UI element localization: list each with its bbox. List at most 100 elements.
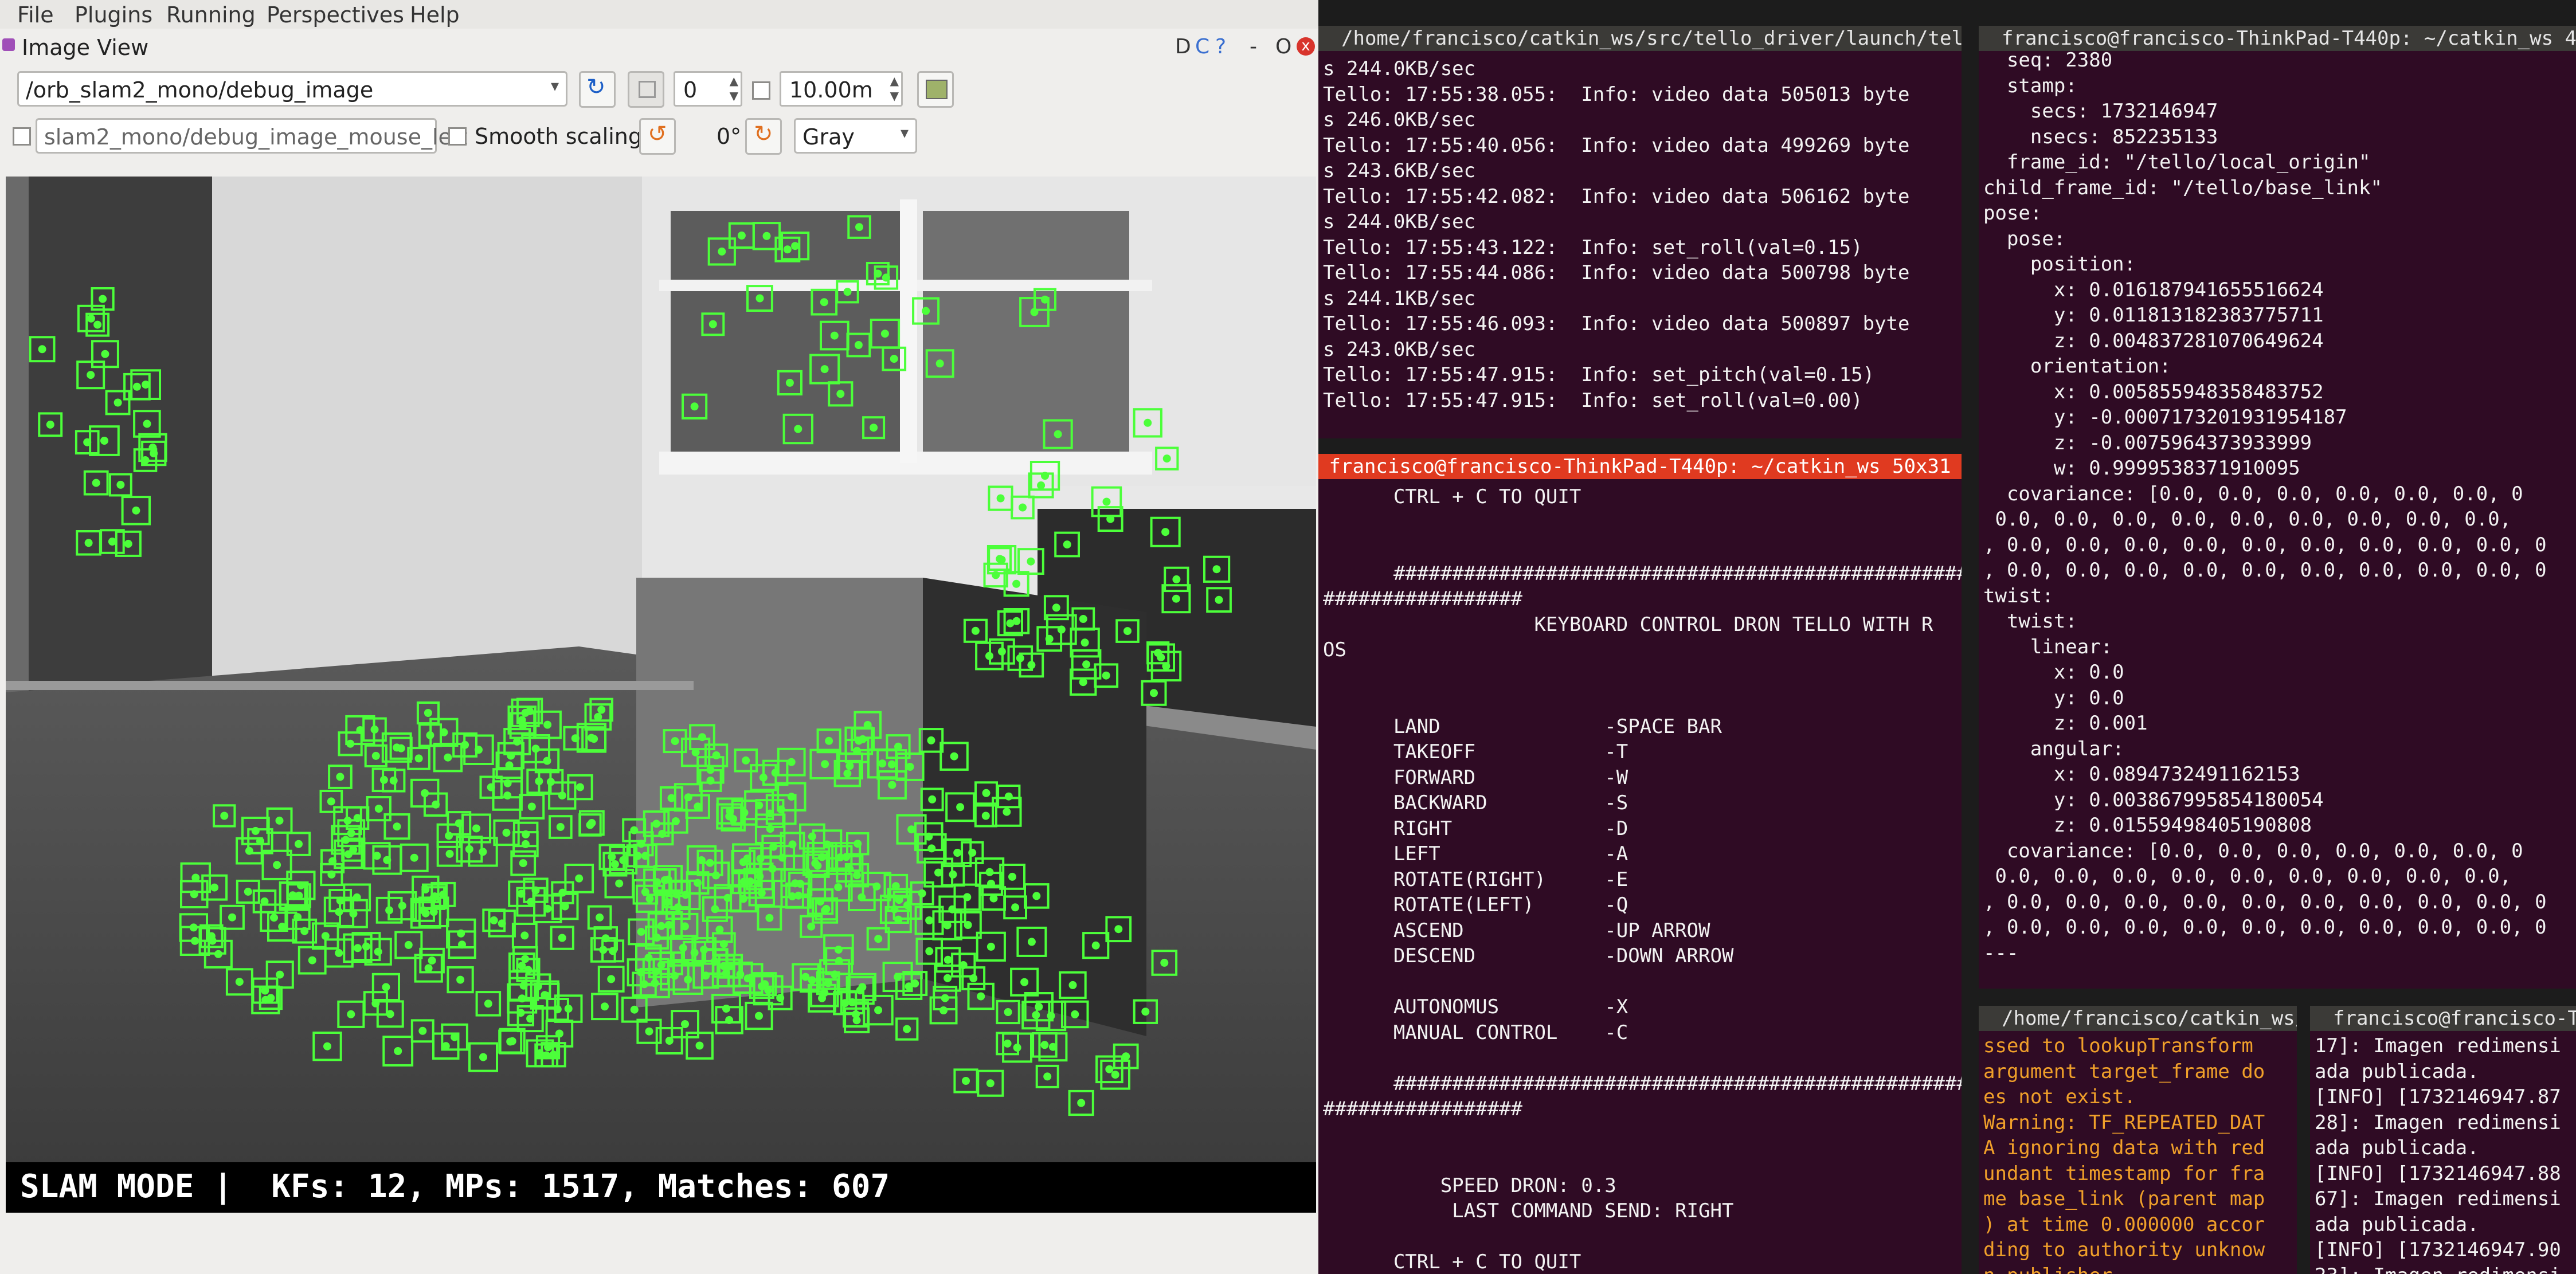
- mouse-topic-value: slam2_mono/debug_image_mouse_left: [44, 124, 468, 150]
- feature-point: [657, 961, 665, 969]
- mouse-topic-field[interactable]: slam2_mono/debug_image_mouse_left: [36, 118, 468, 154]
- feature-point: [534, 982, 542, 990]
- topic-combobox[interactable]: /orb_slam2_mono/debug_image ▾: [17, 71, 567, 107]
- feature-point: [880, 330, 889, 338]
- minimize-button[interactable]: -: [1250, 35, 1257, 58]
- feature-point: [759, 773, 768, 782]
- menu-running[interactable]: Running: [166, 2, 256, 28]
- float-button[interactable]: O: [1275, 35, 1291, 58]
- zoom-button[interactable]: [628, 71, 664, 108]
- feature-point: [698, 733, 706, 742]
- feature-point: [531, 886, 540, 895]
- feature-point: [1212, 565, 1221, 574]
- feature-point: [874, 935, 883, 943]
- terminal-line: s 244.0KB/sec: [1323, 57, 1476, 80]
- max-range-spinbox[interactable]: 10.00m ▲ ▼: [780, 71, 903, 107]
- feature-point: [813, 861, 822, 870]
- feature-point: [535, 1049, 544, 1057]
- feature-point: [835, 957, 843, 965]
- terminal-line: y: -0.0007173201931954187: [1983, 406, 2347, 429]
- feature-point: [1102, 671, 1110, 680]
- feature-point: [1004, 792, 1013, 801]
- terminal-tello-driver[interactable]: /home/francisco/catkin_ws/src/tello_driv…: [1318, 26, 1962, 438]
- feature-point: [949, 870, 957, 879]
- feature-point: [518, 716, 526, 724]
- feature-point: [323, 1042, 331, 1050]
- terminal-line: z: 0.01559498405190808: [1983, 814, 2312, 837]
- terminal-line: s 246.0KB/sec: [1323, 108, 1476, 131]
- feature-point: [429, 894, 438, 903]
- feature-point: [371, 751, 380, 760]
- save-image-button[interactable]: [917, 71, 954, 108]
- dock-button[interactable]: D: [1175, 35, 1191, 58]
- feature-point: [1150, 689, 1158, 697]
- feature-point: [907, 825, 916, 834]
- terminal-line: w: 0.9999538371910095: [1983, 457, 2300, 480]
- terminal-line: x: 0.0: [1983, 661, 2124, 684]
- smooth-scaling-checkbox[interactable]: [448, 127, 467, 146]
- terminal-line: KEYBOARD CONTROL DRON TELLO WITH R: [1323, 613, 1933, 636]
- menu-file[interactable]: File: [17, 2, 54, 28]
- feature-point: [393, 743, 401, 752]
- feature-point: [691, 748, 700, 756]
- debug-image-view[interactable]: [6, 177, 1316, 1168]
- terminal-line: orientation:: [1983, 355, 2171, 378]
- feature-point: [927, 736, 935, 744]
- feature-point: [374, 805, 383, 813]
- feature-point: [543, 904, 552, 913]
- color-mode-combobox[interactable]: Gray ▾: [794, 118, 917, 154]
- terminal-image-resize[interactable]: francisco@francisco-Th 17]: Imagen redim…: [2310, 1006, 2576, 1274]
- feature-point: [1032, 892, 1041, 900]
- feature-point: [843, 288, 852, 296]
- num-gridlines-spinbox[interactable]: 0 ▲ ▼: [674, 71, 742, 107]
- terminal-line: stamp:: [1983, 74, 2077, 97]
- feature-point: [953, 849, 962, 857]
- feature-point: [276, 970, 284, 979]
- rotate-left-button[interactable]: ↺: [639, 118, 676, 155]
- terminal-line: child_frame_id: "/tello/base_link": [1983, 176, 2382, 199]
- terminal-title: francisco@francisco-Th: [2310, 1006, 2576, 1031]
- rotate-right-button[interactable]: ↻: [745, 118, 782, 155]
- help-button[interactable]: ?: [1215, 35, 1226, 58]
- terminal-keyboard-control[interactable]: francisco@francisco-ThinkPad-T440p: ~/ca…: [1318, 454, 1962, 1274]
- plugin-title: Image View: [22, 35, 149, 60]
- terminal-line: AUTONOMUS -X: [1323, 995, 1628, 1018]
- feature-point: [479, 848, 487, 856]
- terminal-line: TAKEOFF -T: [1323, 740, 1628, 763]
- terminal-line: seq: 2380: [1983, 49, 2113, 72]
- close-icon[interactable]: x: [1297, 37, 1315, 56]
- plugin-icon: [2, 38, 15, 51]
- publish-click-checkbox[interactable]: [752, 81, 770, 100]
- menu-plugins[interactable]: Plugins: [75, 2, 152, 28]
- feature-point: [1027, 938, 1036, 946]
- feature-point: [393, 822, 401, 831]
- terminal-line: s 244.1KB/sec: [1323, 287, 1476, 310]
- feature-point: [1003, 1039, 1012, 1048]
- feature-point: [1105, 1065, 1114, 1073]
- terminal-odometry[interactable]: francisco@francisco-ThinkPad-T440p: ~/ca…: [1979, 26, 2576, 989]
- menu-perspectives[interactable]: Perspectives: [267, 2, 404, 28]
- feature-point: [1111, 1071, 1119, 1079]
- feature-point: [558, 934, 566, 942]
- terminal-line: #################: [1323, 587, 1522, 610]
- feature-point: [84, 539, 93, 547]
- terminal-line: ada publicada.: [2315, 1060, 2479, 1083]
- terminal-line: [INFO] [1732146947.90: [2315, 1238, 2561, 1261]
- refresh-topics-button[interactable]: ↻: [579, 71, 616, 108]
- feature-point: [996, 555, 1004, 563]
- reload-button[interactable]: C: [1195, 35, 1209, 58]
- terminal-line: s 243.6KB/sec: [1323, 159, 1476, 182]
- feature-point: [347, 829, 355, 837]
- feature-point: [674, 903, 682, 912]
- feature-point: [418, 1026, 427, 1035]
- menu-help[interactable]: Help: [410, 2, 460, 28]
- mouse-publish-checkbox[interactable]: [13, 127, 31, 146]
- terminal-tf-warnings[interactable]: /home/francisco/catkin_ws/src ssed to lo…: [1979, 1006, 2297, 1274]
- feature-point: [150, 449, 158, 458]
- terminal-line: Tello: 17:55:38.055: Info: video data 50…: [1323, 83, 1910, 106]
- feature-point: [475, 746, 483, 754]
- feature-point: [261, 986, 269, 995]
- feature-point: [788, 840, 797, 849]
- feature-point: [132, 382, 141, 391]
- rqt-image-view-window: File Plugins Running Perspectives Help I…: [0, 0, 1318, 1274]
